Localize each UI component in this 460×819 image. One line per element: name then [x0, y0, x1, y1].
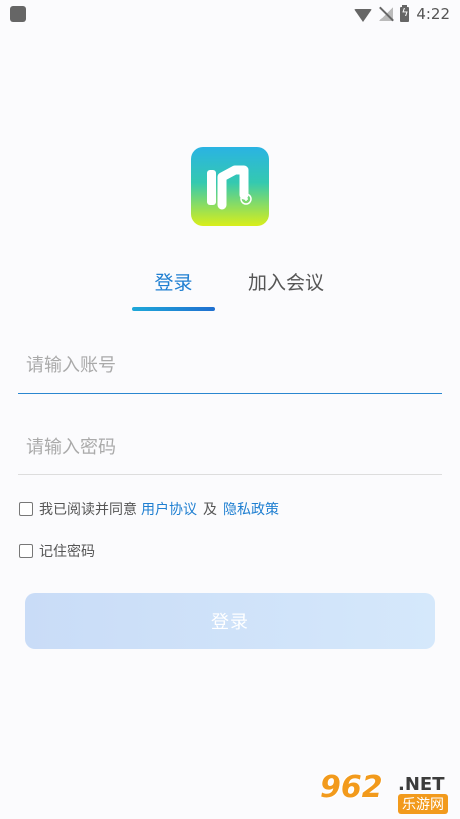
wifi-icon — [354, 8, 373, 22]
remember-password-checkbox[interactable] — [19, 544, 33, 558]
no-signal-icon — [379, 7, 394, 21]
password-input[interactable] — [18, 425, 442, 469]
account-input[interactable] — [18, 343, 442, 387]
agreement-and-text: 及 — [203, 502, 217, 518]
account-underline — [18, 393, 442, 394]
app-logo — [191, 147, 269, 226]
agreement-text: 我已阅读并同意 — [39, 502, 137, 518]
password-underline — [18, 474, 442, 475]
agreement-checkbox[interactable] — [19, 502, 33, 516]
watermark-site-name: 乐游网 — [398, 794, 448, 814]
status-bar: 4:22 — [0, 0, 460, 28]
active-tab-indicator — [132, 307, 215, 311]
remember-password-row: 记住密码 — [19, 541, 95, 561]
watermark-logo: 962 .NET 乐游网 — [320, 770, 456, 815]
battery-charging-icon — [400, 4, 410, 22]
watermark-number: 962 — [320, 770, 383, 805]
privacy-policy-link[interactable]: 隐私政策 — [223, 499, 279, 519]
user-agreement-link[interactable]: 用户协议 — [141, 499, 197, 519]
watermark-domain: .NET — [398, 774, 445, 795]
agreement-row: 我已阅读并同意 用户协议 及 隐私政策 — [19, 499, 283, 519]
tab-join-meeting[interactable]: 加入会议 — [236, 268, 336, 295]
tab-login[interactable]: 登录 — [132, 268, 215, 295]
remember-password-label: 记住密码 — [39, 544, 95, 560]
login-button[interactable]: 登录 — [25, 593, 435, 649]
status-time: 4:22 — [416, 5, 450, 23]
notification-icon — [10, 6, 26, 22]
status-icons: 4:22 — [354, 4, 450, 24]
